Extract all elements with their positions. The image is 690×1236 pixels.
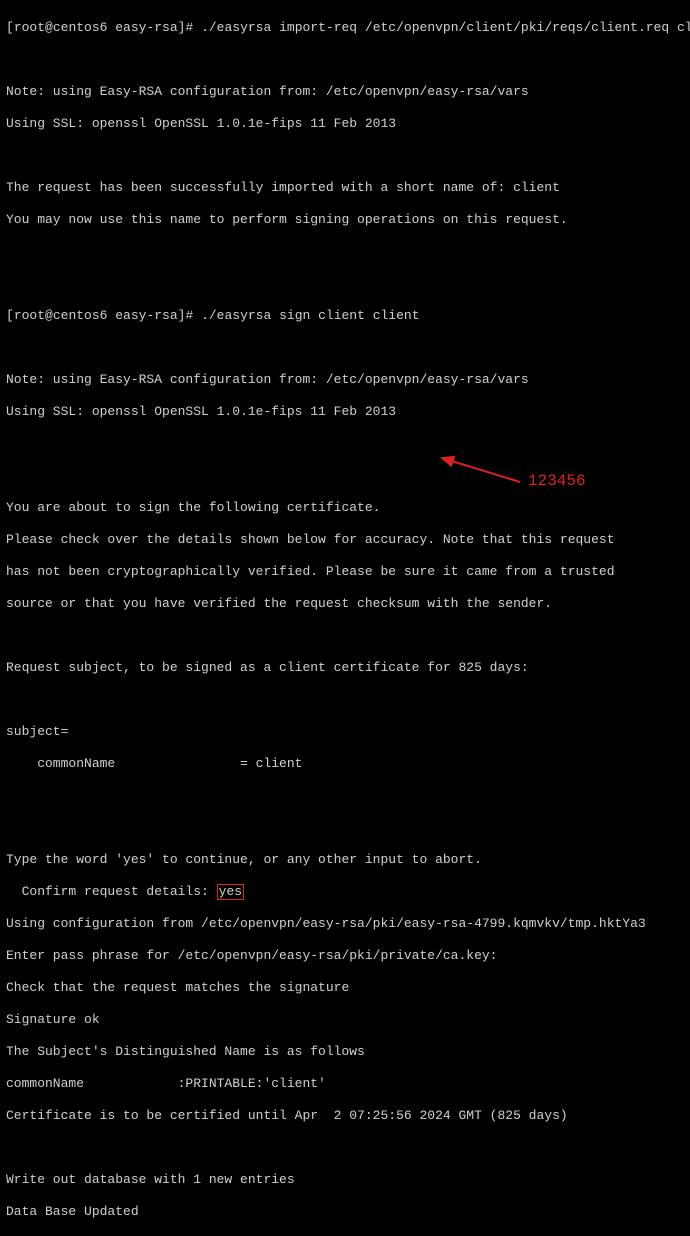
dn-commonname-line: commonName :PRINTABLE:'client' [6, 1076, 684, 1092]
blank-line [6, 820, 684, 836]
sign-intro-1: You are about to sign the following cert… [6, 500, 684, 516]
ssl-line: Using SSL: openssl OpenSSL 1.0.1e-fips 1… [6, 116, 684, 132]
import-success-2: You may now use this name to perform sig… [6, 212, 684, 228]
sign-intro-4: source or that you have verified the req… [6, 596, 684, 612]
subject-commonname: commonName = client [6, 756, 684, 772]
terminal-window[interactable]: [root@centos6 easy-rsa]# ./easyrsa impor… [0, 0, 690, 1236]
db-updated-line: Data Base Updated [6, 1204, 684, 1220]
blank-line [6, 244, 684, 260]
annotation-password-label: 123456 [528, 473, 586, 489]
command-1: ./easyrsa import-req /etc/openvpn/client… [201, 20, 690, 35]
ssl-line: Using SSL: openssl OpenSSL 1.0.1e-fips 1… [6, 404, 684, 420]
blank-line [6, 436, 684, 452]
sign-intro-2: Please check over the details shown belo… [6, 532, 684, 548]
prompt-dir: easy-rsa [107, 20, 177, 35]
bracket-close: ]# [178, 20, 201, 35]
import-success-1: The request has been successfully import… [6, 180, 684, 196]
confirm-prefix: Confirm request details: [6, 884, 217, 899]
blank-line [6, 692, 684, 708]
prompt-host: centos6 [53, 308, 108, 323]
blank-line [6, 788, 684, 804]
blank-line [6, 1140, 684, 1156]
write-db-line: Write out database with 1 new entries [6, 1172, 684, 1188]
blank-line [6, 276, 684, 292]
prompt-dir: easy-rsa [107, 308, 177, 323]
note-line: Note: using Easy-RSA configuration from:… [6, 84, 684, 100]
prompt-host: centos6 [53, 20, 108, 35]
using-config-line: Using configuration from /etc/openvpn/ea… [6, 916, 684, 932]
enter-passphrase-line: Enter pass phrase for /etc/openvpn/easy-… [6, 948, 684, 964]
blank-line [6, 52, 684, 68]
command-2: ./easyrsa sign client client [201, 308, 419, 323]
subject-header: subject= [6, 724, 684, 740]
request-subject-line: Request subject, to be signed as a clien… [6, 660, 684, 676]
blank-line [6, 148, 684, 164]
sign-intro-3: has not been cryptographically verified.… [6, 564, 684, 580]
prompt-user: root [14, 20, 45, 35]
bracket-open: [ [6, 308, 14, 323]
cert-until-line: Certificate is to be certified until Apr… [6, 1108, 684, 1124]
signature-ok-line: Signature ok [6, 1012, 684, 1028]
bracket-open: [ [6, 20, 14, 35]
bracket-close: ]# [178, 308, 201, 323]
confirm-prompt-1: Type the word 'yes' to continue, or any … [6, 852, 684, 868]
note-line: Note: using Easy-RSA configuration from:… [6, 372, 684, 388]
prompt-line-2: [root@centos6 easy-rsa]# ./easyrsa sign … [6, 308, 684, 324]
prompt-at: @ [45, 308, 53, 323]
confirm-prompt-2: Confirm request details: yes [6, 884, 684, 900]
prompt-user: root [14, 308, 45, 323]
check-match-line: Check that the request matches the signa… [6, 980, 684, 996]
prompt-line-1: [root@centos6 easy-rsa]# ./easyrsa impor… [6, 20, 684, 36]
prompt-at: @ [45, 20, 53, 35]
dn-follows-line: The Subject's Distinguished Name is as f… [6, 1044, 684, 1060]
yes-highlight-box: yes [217, 884, 244, 900]
blank-line [6, 340, 684, 356]
blank-line [6, 628, 684, 644]
